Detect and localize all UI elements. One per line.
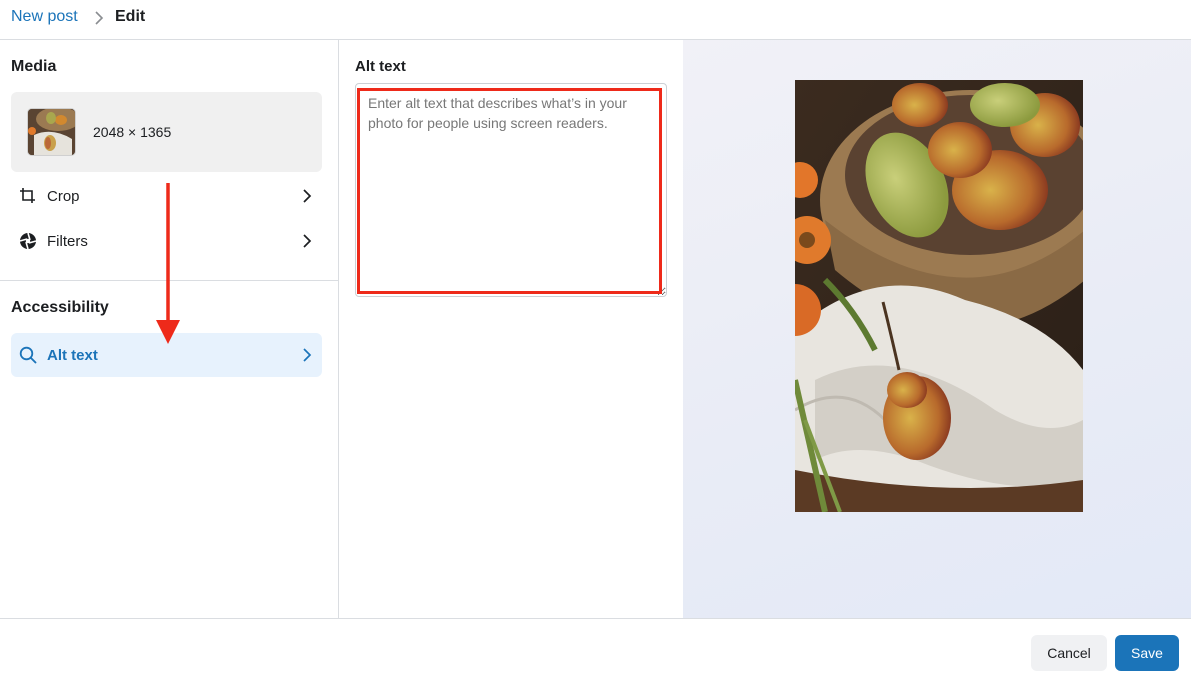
edit-sidebar: Media 2048 × 1365 Crop Filters Accessibi… bbox=[0, 40, 339, 618]
breadcrumb-current: Edit bbox=[115, 8, 146, 25]
chevron-right-icon bbox=[95, 11, 104, 25]
sidebar-item-filters[interactable]: Filters bbox=[11, 220, 322, 262]
alt-text-panel: Alt text bbox=[340, 40, 683, 618]
accessibility-section-title: Accessibility bbox=[11, 299, 109, 316]
save-button[interactable]: Save bbox=[1115, 635, 1179, 671]
crop-icon bbox=[20, 188, 35, 203]
section-divider bbox=[0, 280, 339, 281]
chevron-right-icon bbox=[303, 348, 312, 362]
media-dimensions: 2048 × 1365 bbox=[93, 124, 172, 140]
media-thumbnail bbox=[27, 108, 76, 156]
search-icon bbox=[19, 346, 37, 364]
breadcrumb-new-post-link[interactable]: New post bbox=[11, 8, 78, 26]
filters-icon bbox=[19, 232, 37, 250]
sidebar-item-crop[interactable]: Crop bbox=[11, 175, 322, 217]
filters-label: Filters bbox=[47, 233, 88, 250]
chevron-right-icon bbox=[303, 234, 312, 248]
crop-label: Crop bbox=[47, 188, 80, 205]
sidebar-item-alt-text[interactable]: Alt text bbox=[11, 333, 322, 377]
preview-photo bbox=[795, 80, 1083, 512]
cancel-button[interactable]: Cancel bbox=[1031, 635, 1107, 671]
media-card[interactable]: 2048 × 1365 bbox=[11, 92, 322, 172]
image-preview-panel bbox=[683, 40, 1191, 618]
top-bar: New post Edit bbox=[0, 0, 1191, 40]
media-section-title: Media bbox=[11, 58, 57, 75]
alt-text-title: Alt text bbox=[355, 58, 406, 75]
alt-text-input[interactable] bbox=[355, 83, 667, 297]
chevron-right-icon bbox=[303, 189, 312, 203]
footer-bar: Cancel Save bbox=[0, 618, 1191, 676]
alt-text-label: Alt text bbox=[47, 347, 98, 364]
